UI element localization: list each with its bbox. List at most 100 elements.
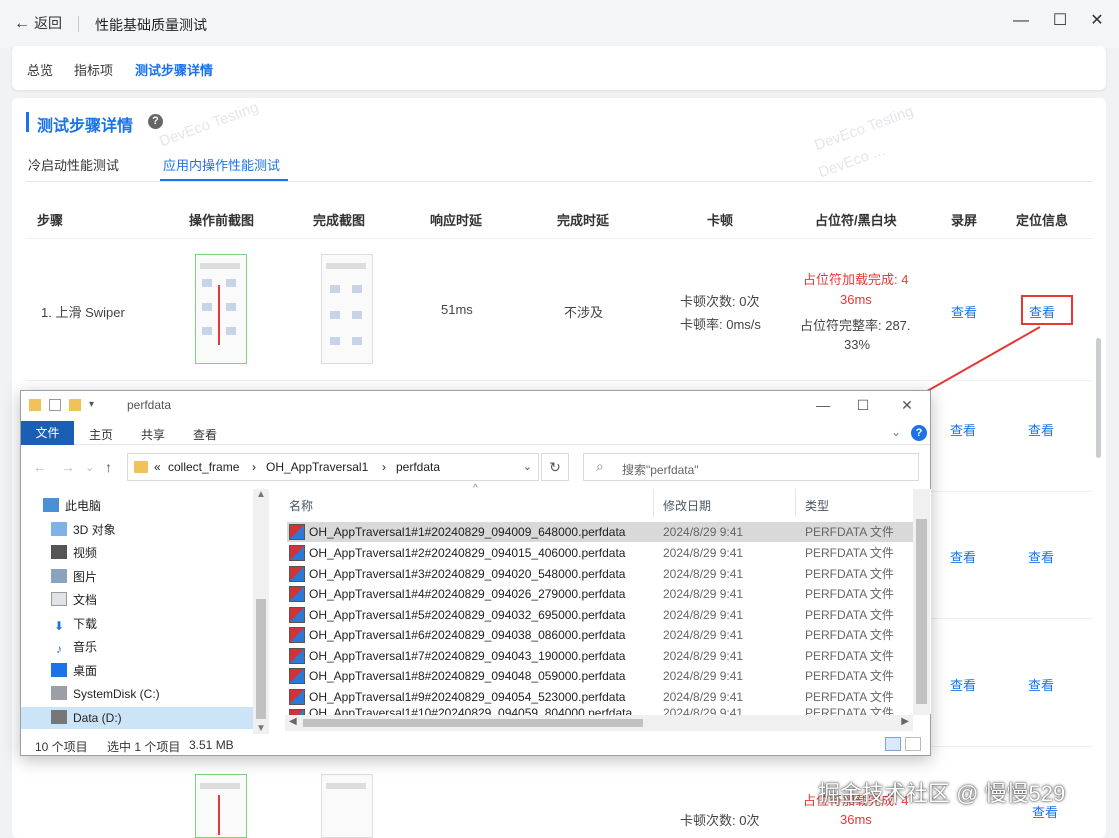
- col-header-step: 步骤: [37, 213, 64, 228]
- large-icons-view-icon[interactable]: [905, 737, 921, 751]
- scroll-right-icon[interactable]: ▶: [901, 716, 909, 727]
- record-view-link[interactable]: 查看: [951, 302, 977, 321]
- file-date: 2024/8/29 9:41: [663, 587, 744, 601]
- tab-step-details[interactable]: 测试步骤详情: [135, 60, 213, 79]
- back-arrow-icon[interactable]: ←: [33, 459, 47, 475]
- details-view-icon[interactable]: [885, 737, 901, 751]
- perfdata-file-icon: [289, 607, 305, 623]
- breadcrumb-collect-frame[interactable]: collect_frame: [168, 460, 239, 474]
- file-name: OH_AppTraversal1#6#20240829_094038_08600…: [309, 628, 626, 642]
- back-button[interactable]: ← 返回: [14, 13, 62, 33]
- before-screenshot[interactable]: [195, 774, 247, 838]
- nav-documents[interactable]: 文档: [51, 589, 277, 611]
- file-row[interactable]: OH_AppTraversal1#5#20240829_094032_69500…: [287, 605, 913, 625]
- col-header-type[interactable]: 类型: [805, 497, 829, 514]
- section-title: 测试步骤详情: [37, 118, 134, 135]
- locate-view-link[interactable]: 查看: [1028, 420, 1054, 439]
- ribbon-tab-file[interactable]: 文件: [21, 421, 74, 445]
- new-folder-icon[interactable]: [69, 399, 81, 411]
- ribbon-tab-share[interactable]: 共享: [141, 426, 165, 443]
- nav-desktop[interactable]: 桌面: [51, 660, 277, 682]
- nav-downloads[interactable]: ⬇ 下载: [51, 613, 277, 635]
- column-separator[interactable]: [795, 489, 796, 517]
- tab-metrics[interactable]: 指标项: [74, 60, 113, 79]
- nav-system-disk[interactable]: SystemDisk (C:): [51, 683, 277, 705]
- col-header-date[interactable]: 修改日期: [663, 497, 711, 514]
- scroll-thumb[interactable]: [916, 519, 927, 704]
- after-screenshot[interactable]: [321, 254, 373, 364]
- recent-dropdown-icon[interactable]: ⌄: [85, 461, 94, 474]
- up-arrow-icon[interactable]: ↑: [105, 459, 112, 475]
- file-type: PERFDATA 文件: [805, 628, 894, 642]
- completion-latency: 不涉及: [564, 305, 604, 320]
- col-header-name[interactable]: 名称: [289, 497, 313, 514]
- file-row[interactable]: OH_AppTraversal1#1#20240829_094009_64800…: [287, 522, 913, 542]
- minimize-icon[interactable]: —: [813, 395, 833, 415]
- file-row[interactable]: OH_AppTraversal1#6#20240829_094038_08600…: [287, 625, 913, 645]
- main-tabs: 总览 指标项 测试步骤详情: [12, 46, 1106, 90]
- nav-label: 下载: [73, 617, 98, 631]
- file-date: 2024/8/29 9:41: [663, 649, 744, 663]
- file-row[interactable]: OH_AppTraversal1#4#20240829_094026_27900…: [287, 584, 913, 604]
- record-view-link[interactable]: 查看: [950, 675, 976, 694]
- scroll-down-icon[interactable]: ▼: [256, 723, 266, 734]
- locate-view-link[interactable]: 查看: [1028, 675, 1054, 694]
- placeholder-load-cont: 36ms: [840, 812, 872, 827]
- nav-3d-objects[interactable]: 3D 对象: [51, 519, 277, 541]
- ribbon-expand-icon[interactable]: ⌄: [891, 425, 901, 439]
- file-date: 2024/8/29 9:41: [663, 546, 744, 560]
- record-view-link[interactable]: 查看: [950, 547, 976, 566]
- close-icon[interactable]: ✕: [897, 395, 917, 415]
- file-list-vscrollbar[interactable]: [913, 489, 930, 715]
- file-list-hscrollbar[interactable]: ◀ ▶: [285, 715, 913, 731]
- nav-videos[interactable]: 视频: [51, 542, 277, 564]
- breadcrumb-apptraversal[interactable]: OH_AppTraversal1: [266, 460, 368, 474]
- locate-view-link[interactable]: 查看: [1028, 547, 1054, 566]
- maximize-icon[interactable]: ☐: [853, 395, 873, 415]
- address-bar[interactable]: « collect_frame › OH_AppTraversal1 › per…: [127, 453, 539, 481]
- close-icon[interactable]: ✕: [1086, 10, 1108, 32]
- nav-label: 桌面: [73, 664, 98, 678]
- file-row[interactable]: OH_AppTraversal1#9#20240829_094054_52300…: [287, 687, 913, 707]
- ribbon-tab-home[interactable]: 主页: [89, 426, 113, 443]
- scroll-thumb[interactable]: [303, 719, 643, 727]
- address-dropdown-icon[interactable]: ⌄: [523, 460, 532, 473]
- search-input[interactable]: ⌕ 搜索"perfdata": [583, 453, 919, 481]
- before-screenshot[interactable]: [195, 254, 247, 364]
- record-view-link[interactable]: 查看: [950, 420, 976, 439]
- maximize-icon[interactable]: ☐: [1049, 10, 1071, 32]
- scroll-thumb[interactable]: [256, 599, 266, 719]
- minimize-icon[interactable]: —: [1010, 10, 1032, 32]
- breadcrumb-overflow[interactable]: «: [154, 460, 161, 474]
- nav-pictures[interactable]: 图片: [51, 566, 277, 588]
- scroll-up-icon[interactable]: ▲: [256, 489, 266, 500]
- subtab-in-app-ops[interactable]: 应用内操作性能测试: [163, 155, 280, 174]
- file-type: PERFDATA 文件: [805, 567, 894, 581]
- file-row[interactable]: OH_AppTraversal1#8#20240829_094048_05900…: [287, 666, 913, 686]
- ribbon-tab-view[interactable]: 查看: [193, 426, 217, 443]
- help-icon[interactable]: ?: [911, 425, 927, 441]
- refresh-icon[interactable]: ↻: [541, 453, 569, 481]
- after-screenshot[interactable]: [321, 774, 373, 838]
- quick-access-dropdown-icon[interactable]: ▾: [89, 399, 101, 411]
- tab-overview[interactable]: 总览: [27, 60, 53, 79]
- breadcrumb-perfdata[interactable]: perfdata: [396, 460, 440, 474]
- file-row[interactable]: OH_AppTraversal1#2#20240829_094015_40600…: [287, 543, 913, 563]
- file-row[interactable]: OH_AppTraversal1#3#20240829_094020_54800…: [287, 564, 913, 584]
- column-separator[interactable]: [653, 489, 654, 517]
- scroll-left-icon[interactable]: ◀: [289, 716, 297, 727]
- properties-icon[interactable]: [49, 399, 61, 411]
- forward-arrow-icon[interactable]: →: [61, 459, 75, 475]
- col-header-after-shot: 完成截图: [313, 213, 366, 228]
- nav-scrollbar[interactable]: ▲ ▼: [253, 489, 269, 734]
- file-row[interactable]: OH_AppTraversal1#7#20240829_094043_19000…: [287, 646, 913, 666]
- file-row[interactable]: OH_AppTraversal1#10#20240829_094059_8040…: [287, 707, 913, 715]
- nav-data-disk[interactable]: Data (D:): [21, 707, 253, 729]
- subtab-cold-start[interactable]: 冷启动性能测试: [28, 155, 119, 174]
- nav-this-pc[interactable]: 此电脑: [43, 495, 269, 517]
- file-type: PERFDATA 文件: [805, 587, 894, 601]
- help-icon[interactable]: ?: [148, 114, 163, 129]
- nav-music[interactable]: ♪ 音乐: [51, 636, 277, 658]
- table-scrollbar[interactable]: [1096, 338, 1101, 458]
- breadcrumb-chevron-icon: ›: [382, 460, 386, 474]
